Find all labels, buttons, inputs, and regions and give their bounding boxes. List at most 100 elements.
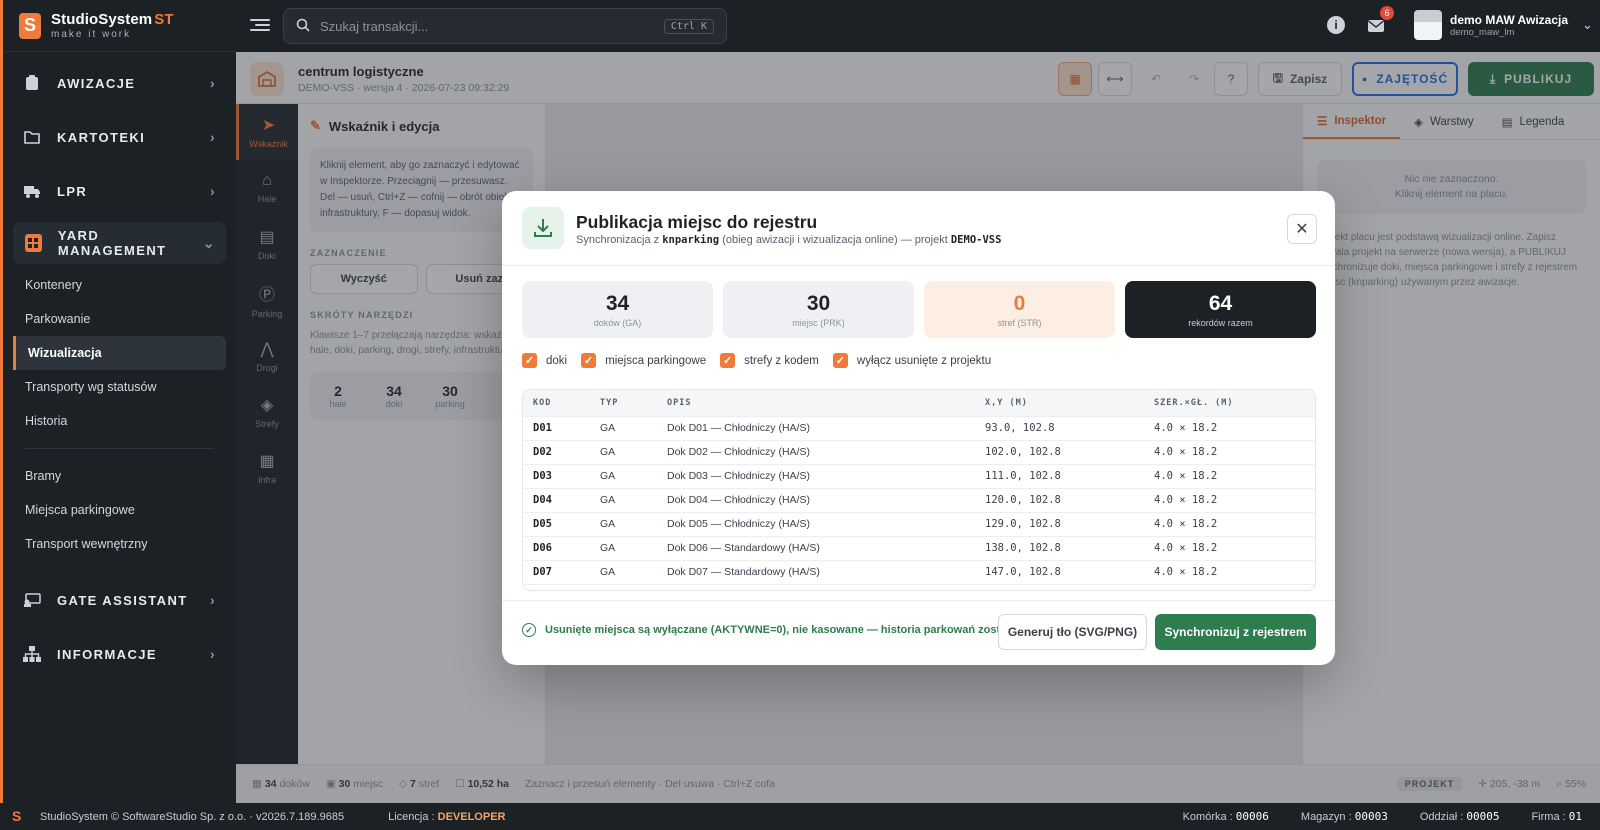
nav-group-gate-assistant[interactable]: GATE ASSISTANT ›	[3, 573, 236, 627]
checkbox-zones[interactable]: ✓ strefy z kodem	[720, 353, 819, 368]
publish-stats: 34 doków (GA) 30 miejsc (PRK) 0 stref (STR)…	[522, 281, 1316, 338]
user-menu[interactable]: demo MAW Awizacja demo_maw_lm ⌄	[1414, 10, 1593, 40]
brand-logo: S	[19, 12, 41, 39]
sync-registry-button[interactable]: Synchronizuj z rejestrem	[1155, 614, 1316, 650]
search-shortcut: Ctrl K	[663, 18, 714, 34]
truck-icon	[23, 182, 41, 200]
table-cell: Dok D07 — Standardowy (HA/S)	[667, 566, 820, 578]
nav-group-label: LPR	[57, 183, 88, 199]
nav-group-yard-management[interactable]: YARD MANAGEMENT ⌄	[13, 222, 226, 264]
copyright: StudioSystem © SoftwareStudio Sp. z o.o.…	[40, 810, 345, 823]
table-row[interactable]: D08GADok D08 — Standardowy (HA/S)156.0, …	[523, 584, 1315, 590]
table-cell: D04	[533, 494, 552, 506]
column-header: X,Y (M)	[985, 397, 1028, 408]
column-header: SZER.×GŁ. (M)	[1154, 397, 1234, 408]
table-cell: Dok D05 — Chłodniczy (HA/S)	[667, 518, 810, 530]
publish-dialog: Publikacja miejsc do rejestru Synchroniz…	[502, 191, 1335, 665]
sitemap-icon	[23, 645, 41, 663]
nav-item-kontenery[interactable]: Kontenery	[3, 268, 236, 302]
table-cell: GA	[600, 566, 616, 578]
monitor-user-icon	[23, 591, 41, 609]
menu-collapse-icon[interactable]	[250, 16, 270, 34]
table-row[interactable]: D01 GA Dok D01 — Chłodniczy (HA/S) 93.0, 10…	[523, 416, 1315, 440]
table-cell: 93.0, 102.8	[985, 422, 1055, 434]
dialog-subtitle: Synchronizacja z knparking (obieg awizac…	[576, 234, 1002, 246]
checkbox-docks[interactable]: ✓ doki	[522, 353, 567, 368]
info-icon[interactable]: i	[1327, 16, 1345, 34]
search-placeholder: Szukaj transakcji...	[320, 18, 429, 34]
search-input[interactable]: Szukaj transakcji... Ctrl K	[283, 8, 727, 44]
table-cell: Dok D04 — Chłodniczy (HA/S)	[667, 494, 810, 506]
search-icon	[296, 18, 310, 35]
table-cell: D02	[533, 446, 552, 458]
nav-item-transporty[interactable]: Transporty wg statusów	[3, 370, 236, 404]
records-table[interactable]: KOD TYP OPIS X,Y (M) SZER.×GŁ. (M) D01 GA…	[522, 389, 1316, 591]
nav-group-label: YARD MANAGEMENT	[57, 228, 167, 258]
brand[interactable]: S StudioSystem ST make it work	[3, 0, 236, 52]
table-row[interactable]: D05 GA Dok D05 — Chłodniczy (HA/S) 129.0, 1…	[523, 512, 1315, 536]
table-cell: Dok D08 — Standardowy (HA/S)	[657, 584, 975, 590]
table-row[interactable]: D07 GA Dok D07 — Standardowy (HA/S) 147.0, …	[523, 560, 1315, 584]
table-cell: 102.0, 102.8	[985, 446, 1061, 458]
column-header: KOD	[533, 397, 552, 408]
table-cell: GA	[600, 422, 616, 434]
nav-group-lpr[interactable]: LPR ›	[3, 164, 236, 218]
chevron-right-icon: ›	[209, 183, 216, 199]
nav-group-awizacje[interactable]: AWIZACJE ›	[3, 56, 236, 110]
chevron-down-icon: ⌄	[202, 234, 216, 251]
footer-logo: S	[12, 807, 22, 824]
table-cell: Dok D02 — Chłodniczy (HA/S)	[667, 446, 810, 458]
checkbox-parking[interactable]: ✓ miejsca parkingowe	[581, 353, 706, 368]
nav-item-historia[interactable]: Historia	[3, 404, 236, 438]
chevron-right-icon: ›	[209, 129, 216, 145]
table-cell: 4.0 × 18.2	[1154, 542, 1218, 554]
table-cell: 156.0, 102.8	[975, 584, 1144, 590]
dialog-title: Publikacja miejsc do rejestru	[576, 212, 818, 232]
table-cell: GA	[590, 584, 657, 590]
table-cell: 4.0 × 18.2	[1154, 494, 1218, 506]
chevron-right-icon: ›	[209, 592, 216, 608]
table-row[interactable]: D04 GA Dok D04 — Chłodniczy (HA/S) 120.0, 1…	[523, 488, 1315, 512]
nav-group-label: INFORMACJE	[57, 646, 157, 662]
table-row[interactable]: D02 GA Dok D02 — Chłodniczy (HA/S) 102.0, 1…	[523, 440, 1315, 464]
nav-group-informacje[interactable]: INFORMACJE ›	[3, 627, 236, 681]
chevron-down-icon: ⌄	[1582, 17, 1593, 32]
checkbox-disable-removed[interactable]: ✓ wyłącz usunięte z projektu	[832, 353, 991, 368]
column-header: TYP	[600, 397, 619, 408]
table-cell: GA	[600, 446, 616, 458]
nav-group-label: AWIZACJE	[57, 75, 136, 91]
nav-item-parkowanie[interactable]: Parkowanie	[3, 302, 236, 336]
table-cell: D08	[523, 584, 590, 590]
warehouse-info: Magazyn : 00003	[1300, 810, 1388, 823]
stat-docks: 34 doków (GA)	[522, 281, 713, 338]
check-icon: ✓	[581, 353, 597, 368]
nav-item-bramy[interactable]: Bramy	[3, 459, 236, 493]
table-cell: 4.0 × 18.2	[1154, 446, 1218, 458]
close-button[interactable]: ✕	[1287, 214, 1317, 244]
license: Licencja : DEVELOPER	[388, 810, 506, 823]
table-cell: 129.0, 102.8	[985, 518, 1061, 530]
grid-icon	[25, 234, 42, 252]
folder-icon	[23, 128, 41, 146]
table-row[interactable]: D03 GA Dok D03 — Chłodniczy (HA/S) 111.0, 1…	[523, 464, 1315, 488]
table-cell: Dok D01 — Chłodniczy (HA/S)	[667, 422, 810, 434]
nav-item-miejsca-parkingowe[interactable]: Miejsca parkingowe	[3, 493, 236, 527]
nav-group-label: GATE ASSISTANT	[57, 592, 188, 608]
topbar: Szukaj transakcji... Ctrl K i 6 demo MAW…	[236, 0, 1600, 52]
nav-item-transport-wewnetrzny[interactable]: Transport wewnętrzny	[3, 527, 236, 561]
cell-info: Komórka : 00006	[1182, 810, 1269, 823]
clipboard-icon	[23, 74, 41, 92]
table-cell: 147.0, 102.8	[985, 566, 1061, 578]
mail-count-badge: 6	[1380, 6, 1394, 20]
table-row[interactable]: D06 GA Dok D06 — Standardowy (HA/S) 138.0, …	[523, 536, 1315, 560]
branch-info: Oddział : 00005	[1419, 810, 1500, 823]
nav-group-label: KARTOTEKI	[57, 129, 146, 145]
check-icon: ✓	[832, 353, 848, 368]
nav-item-wizualizacja[interactable]: Wizualizacja	[13, 336, 226, 370]
table-cell: GA	[600, 542, 616, 554]
table-cell: D06	[533, 542, 552, 554]
nav-group-kartoteki[interactable]: KARTOTEKI ›	[3, 110, 236, 164]
download-icon	[522, 207, 564, 249]
generate-background-button[interactable]: Generuj tło (SVG/PNG)	[998, 614, 1147, 650]
table-cell: 138.0, 102.8	[985, 542, 1061, 554]
